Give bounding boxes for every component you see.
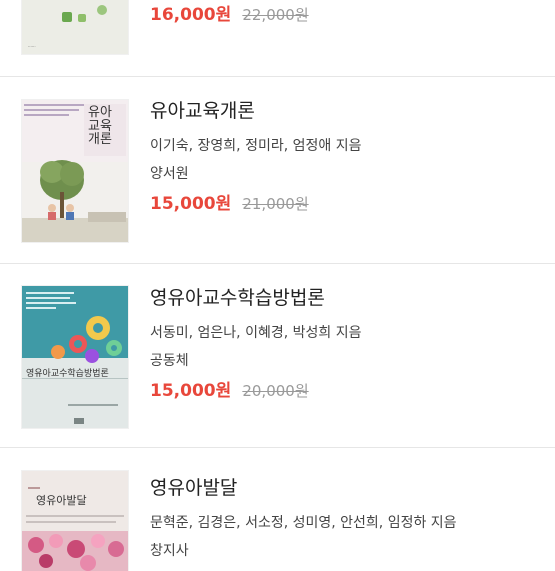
sale-price: 15,000원 xyxy=(150,381,232,401)
book-publisher: 창지사 xyxy=(150,543,189,559)
cover-title: 영유아발달 xyxy=(36,494,87,507)
original-price: 20,000원 xyxy=(242,382,309,400)
book-publisher: 양서원 xyxy=(150,166,189,182)
sale-price: 16,000원 xyxy=(150,5,232,25)
book-authors: 문혁준, 김경은, 서소정, 성미영, 안선희, 임정하 지음 xyxy=(150,515,457,531)
book-list-item[interactable]: 유아 교육 개론 유아교육개론 이기숙, 장영희, 정미라, 엄정애 지음 양서… xyxy=(0,76,555,264)
book-title[interactable]: 유아교육개론 xyxy=(150,99,545,123)
book-cover-image: ······ xyxy=(22,0,128,54)
book-publisher: 공동체 xyxy=(150,353,189,369)
book-cover-image: 영유아교수학습방법론 xyxy=(22,286,128,428)
original-price: 22,000원 xyxy=(242,6,309,24)
cover-title: 유아 교육 개론 xyxy=(88,105,112,148)
book-list-item[interactable]: 영유아발달 영유아발달 문혁준, 김경은, 서소정, 성미영, 안선희, 임정하… xyxy=(0,447,555,571)
svg-text:······: ······ xyxy=(28,44,36,49)
book-list-item[interactable]: 영유아교수학습방법론 영유아교수학습방법론 서동미, 엄은나, 이혜경, 박성희… xyxy=(0,263,555,448)
book-list-item[interactable]: ······ 16,000원 22,000원 xyxy=(0,0,555,76)
book-title[interactable]: 영유아발달 xyxy=(150,476,545,500)
book-cover-image: 영유아발달 xyxy=(22,471,128,571)
book-title[interactable]: 영유아교수학습방법론 xyxy=(150,286,545,310)
book-authors: 이기숙, 장영희, 정미라, 엄정애 지음 xyxy=(150,138,362,154)
sale-price: 15,000원 xyxy=(150,194,232,214)
book-authors: 서동미, 엄은나, 이혜경, 박성희 지음 xyxy=(150,325,362,341)
cover-title: 영유아교수학습방법론 xyxy=(26,369,109,379)
original-price: 21,000원 xyxy=(242,195,309,213)
book-cover-image: 유아 교육 개론 xyxy=(22,100,128,242)
